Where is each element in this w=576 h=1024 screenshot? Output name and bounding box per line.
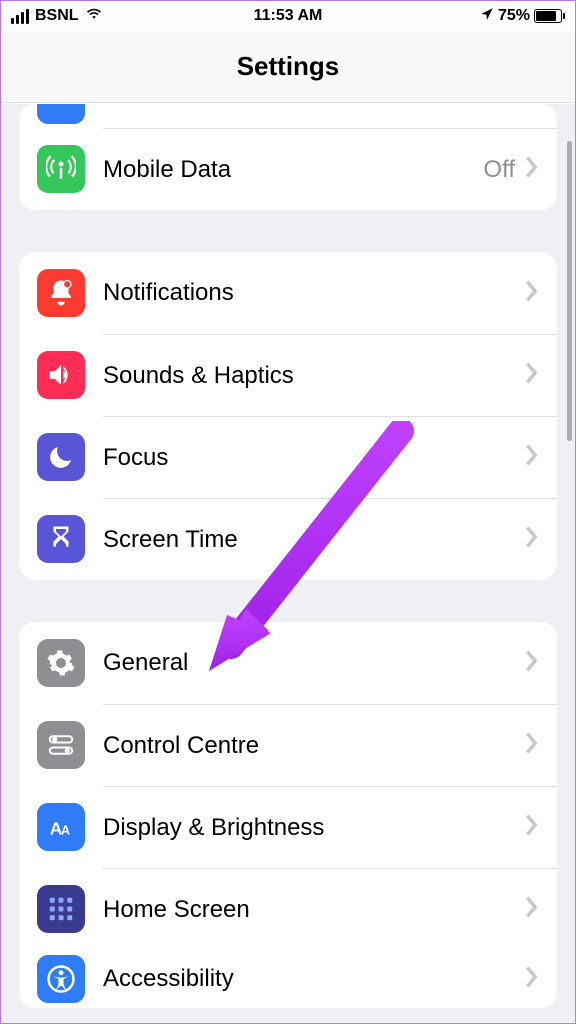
chevron-right-icon [525,966,539,993]
scroll-indicator [567,141,572,441]
row-label: Accessibility [103,965,525,993]
row-label: Notifications [103,279,525,307]
accessibility-icon [37,955,85,1003]
chevron-right-icon [525,814,539,841]
settings-row-mobile-data[interactable]: Mobile Data Off [19,128,557,210]
gear-icon [37,639,85,687]
settings-group-connectivity: Mobile Data Off [19,104,557,210]
settings-group-general: General Control Centre AA Display & B [19,622,557,1008]
chevron-right-icon [525,156,539,183]
settings-row-previous[interactable] [19,104,557,128]
settings-list[interactable]: Mobile Data Off Notifications [1,104,575,1023]
hourglass-icon [37,515,85,563]
row-label: Display & Brightness [103,814,525,842]
settings-row-display-brightness[interactable]: AA Display & Brightness [19,786,557,868]
row-label: Home Screen [103,896,525,924]
row-value: Off [483,156,515,184]
battery-icon [534,9,565,23]
chevron-right-icon [525,362,539,389]
chevron-right-icon [525,896,539,923]
settings-row-screen-time[interactable]: Screen Time [19,498,557,580]
signal-bars-icon [11,9,29,24]
grid-icon [37,885,85,933]
settings-row-sounds[interactable]: Sounds & Haptics [19,334,557,416]
carrier-label: BSNL [35,7,79,25]
textsize-icon: AA [37,803,85,851]
settings-group-alerts: Notifications Sounds & Haptics Focus [19,252,557,580]
settings-row-notifications[interactable]: Notifications [19,252,557,334]
moon-icon [37,433,85,481]
settings-row-home-screen[interactable]: Home Screen [19,868,557,950]
status-bar: BSNL 11:53 AM 75% [1,1,575,31]
svg-text:A: A [61,824,70,838]
chevron-right-icon [525,650,539,677]
chevron-right-icon [525,280,539,307]
settings-row-control-centre[interactable]: Control Centre [19,704,557,786]
row-label: Mobile Data [103,156,483,184]
speaker-icon [37,351,85,399]
header: Settings [1,31,575,103]
antenna-icon [37,145,85,193]
chevron-right-icon [525,732,539,759]
chevron-right-icon [525,526,539,553]
page-title: Settings [237,51,340,82]
settings-row-general[interactable]: General [19,622,557,704]
chevron-right-icon [525,444,539,471]
bell-icon [37,269,85,317]
battery-pct-label: 75% [498,7,530,25]
app-icon [37,104,85,124]
wifi-icon [85,7,103,26]
row-label: Screen Time [103,526,525,554]
settings-row-focus[interactable]: Focus [19,416,557,498]
location-icon [480,7,494,26]
switches-icon [37,721,85,769]
row-label: Sounds & Haptics [103,362,525,390]
row-label: Focus [103,444,525,472]
row-label: Control Centre [103,732,525,760]
clock-label: 11:53 AM [196,7,381,25]
settings-row-accessibility[interactable]: Accessibility [19,950,557,1008]
row-label: General [103,649,525,677]
